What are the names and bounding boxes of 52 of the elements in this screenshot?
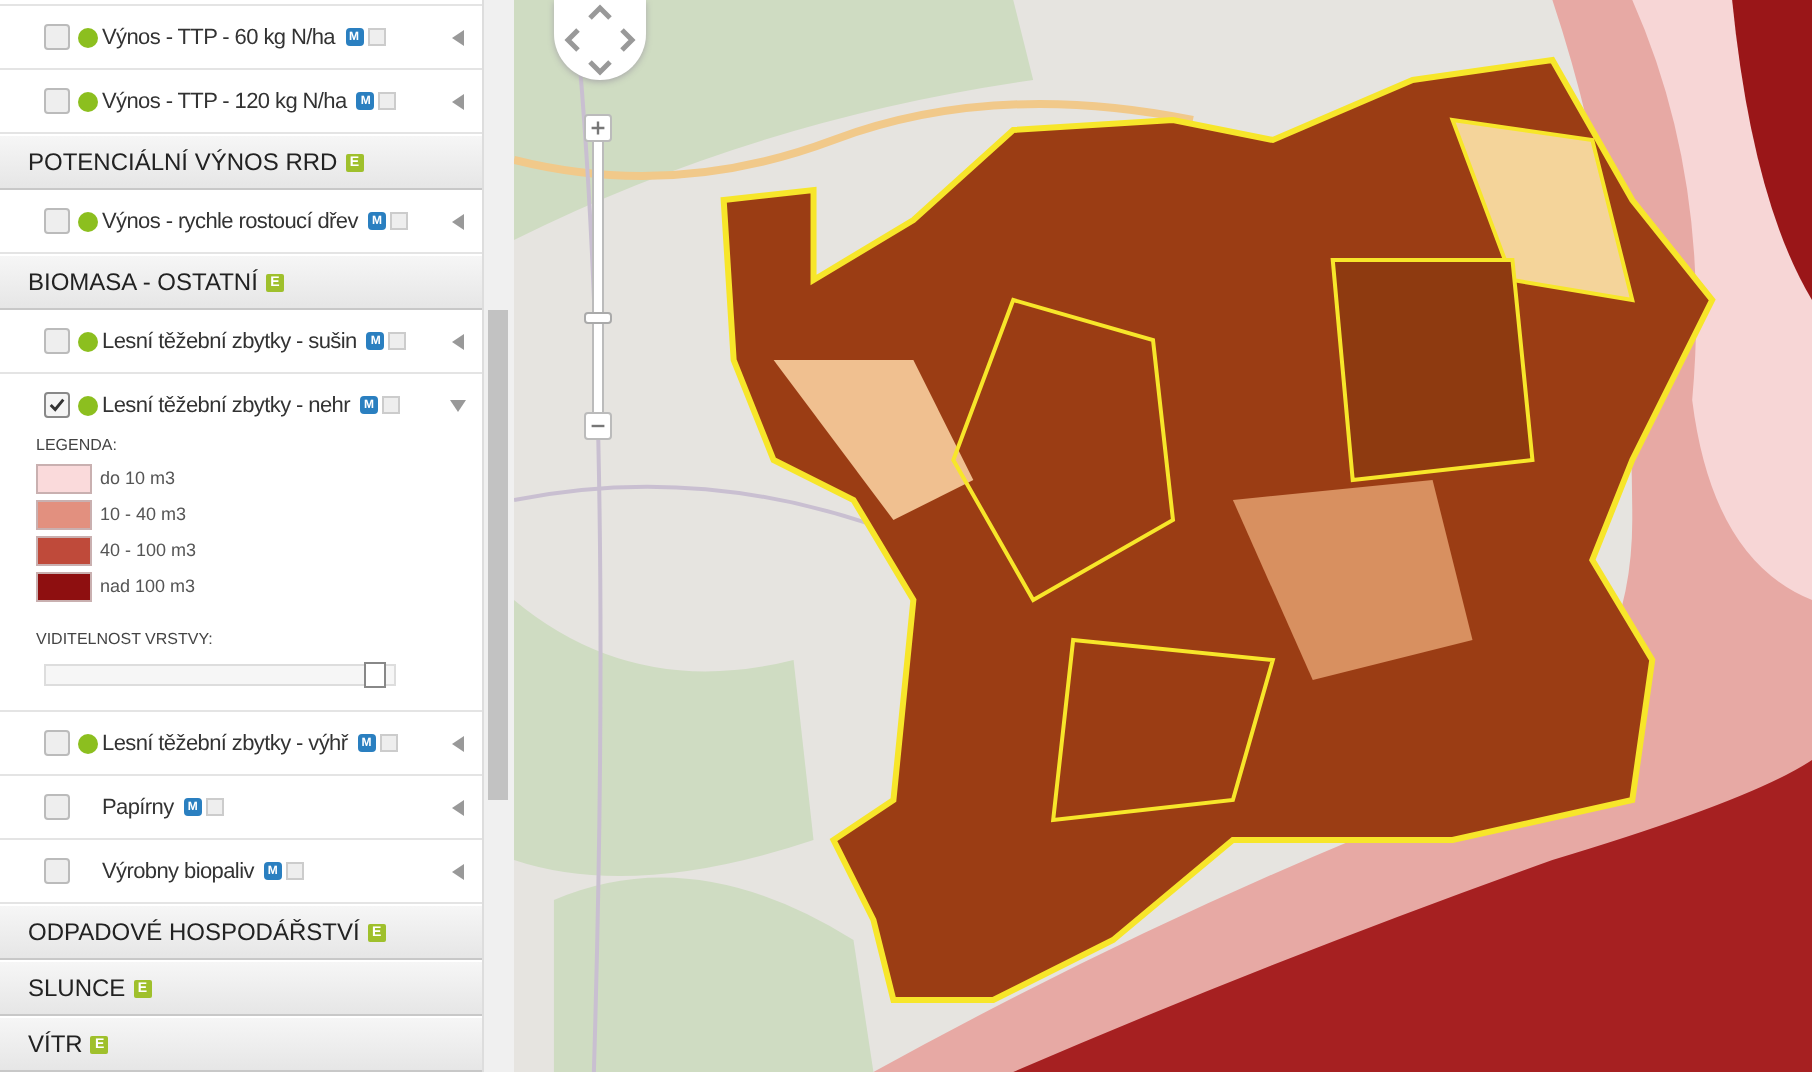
- layer-label[interactable]: Výrobny biopaliv: [102, 859, 254, 883]
- layer-label[interactable]: Lesní těžební zbytky - sušin: [102, 329, 357, 353]
- layer-label[interactable]: Lesní těžební zbytky - nehr: [102, 393, 350, 417]
- checkbox[interactable]: [44, 392, 70, 418]
- section-title: ODPADOVÉ HOSPODÁŘSTVÍ: [28, 918, 360, 946]
- legend-title: LEGENDA:: [36, 436, 119, 454]
- section-title: VÍTR: [28, 1030, 83, 1058]
- map-drawing[interactable]: [514, 0, 1812, 1072]
- scrollbar-thumb[interactable]: [488, 310, 508, 800]
- expand-arrow-icon[interactable]: [450, 333, 466, 349]
- slider-thumb[interactable]: [363, 662, 386, 688]
- checkbox[interactable]: [44, 88, 70, 114]
- checkbox[interactable]: [44, 208, 70, 234]
- collapse-arrow-icon[interactable]: [450, 397, 466, 413]
- section-title: SLUNCE: [28, 974, 126, 1002]
- opacity-slider[interactable]: [44, 664, 396, 686]
- square-icon[interactable]: [367, 28, 386, 46]
- expand-arrow-icon[interactable]: [450, 863, 466, 879]
- expand-arrow-icon[interactable]: [450, 93, 466, 109]
- legend-label: nad 100 m3: [100, 576, 196, 596]
- layer-label[interactable]: Lesní těžební zbytky - výhř: [102, 731, 348, 755]
- checkbox[interactable]: [44, 24, 70, 50]
- checkbox[interactable]: [44, 858, 70, 884]
- section-title: POTENCIÁLNÍ VÝNOS RRD: [28, 148, 338, 176]
- square-icon[interactable]: [285, 862, 304, 880]
- section-title: BIOMASA - OSTATNÍ: [28, 268, 258, 296]
- legend-label: do 10 m3: [100, 468, 176, 488]
- visibility-label: VIDITELNOST VRSTVY:: [36, 630, 215, 648]
- checkbox[interactable]: [44, 730, 70, 756]
- zoom-out-button[interactable]: [584, 412, 612, 440]
- square-icon[interactable]: [389, 212, 408, 230]
- square-icon[interactable]: [205, 798, 224, 816]
- zoom-in-button[interactable]: [584, 114, 612, 142]
- scrollbar[interactable]: [482, 0, 514, 1072]
- legend-label: 10 - 40 m3: [100, 504, 187, 524]
- layer-label[interactable]: Výnos - TTP - 120 kg N/ha: [102, 89, 347, 113]
- expand-arrow-icon[interactable]: [450, 213, 466, 229]
- layer-label[interactable]: Výnos - rychle rostoucí dřev: [102, 209, 358, 233]
- layer-label[interactable]: Výnos - TTP - 60 kg N/ha: [102, 25, 336, 49]
- square-icon[interactable]: [381, 396, 400, 414]
- expand-arrow-icon[interactable]: [450, 29, 466, 45]
- expand-arrow-icon[interactable]: [450, 735, 466, 751]
- square-icon[interactable]: [379, 734, 398, 752]
- square-icon[interactable]: [378, 92, 397, 110]
- expand-arrow-icon[interactable]: [450, 799, 466, 815]
- layer-label[interactable]: Papírny: [102, 795, 174, 819]
- plus-icon: [590, 120, 606, 136]
- square-icon[interactable]: [388, 332, 407, 350]
- zoom-handle[interactable]: [584, 311, 612, 324]
- checkbox[interactable]: [44, 328, 70, 354]
- checkbox[interactable]: [44, 794, 70, 820]
- legend-label: 40 - 100 m3: [100, 540, 197, 560]
